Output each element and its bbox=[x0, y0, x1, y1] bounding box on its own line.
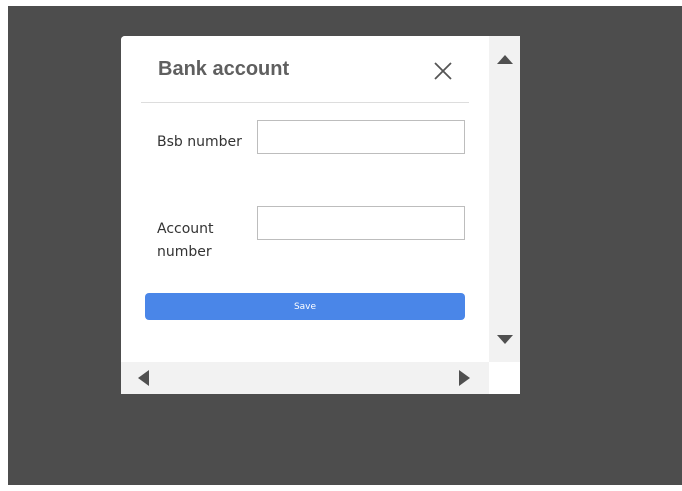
scroll-down-icon[interactable] bbox=[497, 335, 513, 344]
scroll-left-icon[interactable] bbox=[138, 370, 149, 386]
close-icon bbox=[434, 62, 452, 80]
account-number-input[interactable] bbox=[257, 206, 465, 240]
vertical-scrollbar[interactable] bbox=[489, 36, 520, 362]
dialog-title: Bank account bbox=[158, 58, 290, 80]
scroll-up-icon[interactable] bbox=[497, 55, 513, 64]
scrollbar-corner bbox=[489, 362, 520, 394]
scroll-right-icon[interactable] bbox=[459, 370, 470, 386]
close-button[interactable] bbox=[430, 58, 456, 84]
bank-account-dialog: Bank account Bsb number Account number S… bbox=[121, 36, 489, 362]
title-divider bbox=[141, 102, 469, 103]
horizontal-scrollbar[interactable] bbox=[121, 362, 489, 394]
dialog-frame: Bank account Bsb number Account number S… bbox=[121, 36, 520, 394]
account-number-label: Account number bbox=[157, 221, 214, 260]
save-button[interactable]: Save bbox=[145, 293, 465, 320]
bsb-number-label: Bsb number bbox=[157, 134, 242, 150]
bsb-number-input[interactable] bbox=[257, 120, 465, 154]
